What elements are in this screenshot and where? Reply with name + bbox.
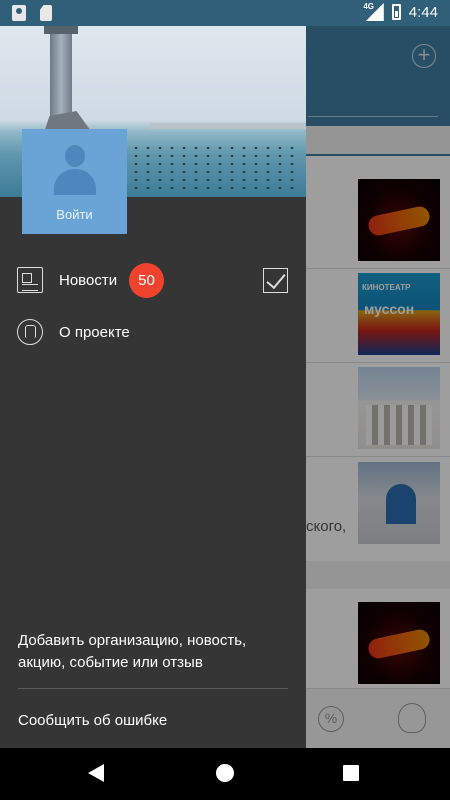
recent-apps-icon[interactable] [343,765,359,781]
news-count-badge: 50 [129,262,164,298]
menu-item-about[interactable]: О проекте [0,306,306,358]
signal-icon [365,3,384,21]
system-navigation-bar [0,748,450,800]
sd-card-icon [40,5,52,21]
footer-divider [18,688,288,689]
clock: 4:44 [408,3,438,21]
birds-flock [130,144,300,189]
menu-item-label: О проекте [59,323,130,341]
newspaper-icon [17,267,43,293]
home-icon[interactable] [216,764,234,782]
checkbox-icon[interactable] [263,267,288,293]
drawer-menu: Новости 50 О проекте [0,254,306,358]
hand-icon [17,319,43,345]
menu-item-news[interactable]: Новости 50 [0,254,306,306]
back-icon[interactable] [88,764,104,782]
avatar-card[interactable]: Войти [22,129,127,234]
navigation-drawer: Войти Новости 50 О проекте Добавить орга… [0,26,306,748]
report-error-link[interactable]: Сообщить об ошибке [18,710,288,732]
login-button[interactable]: Войти [22,207,127,222]
status-bar: 4G 4:44 [0,0,450,26]
monument-column [44,26,78,121]
battery-icon [391,4,401,20]
shoreline [150,123,306,129]
menu-item-label: Новости [59,271,118,289]
add-organization-link[interactable]: Добавить организацию, новость, акцию, со… [18,630,288,674]
location-icon [12,5,26,21]
avatar-placeholder-icon [54,145,96,195]
